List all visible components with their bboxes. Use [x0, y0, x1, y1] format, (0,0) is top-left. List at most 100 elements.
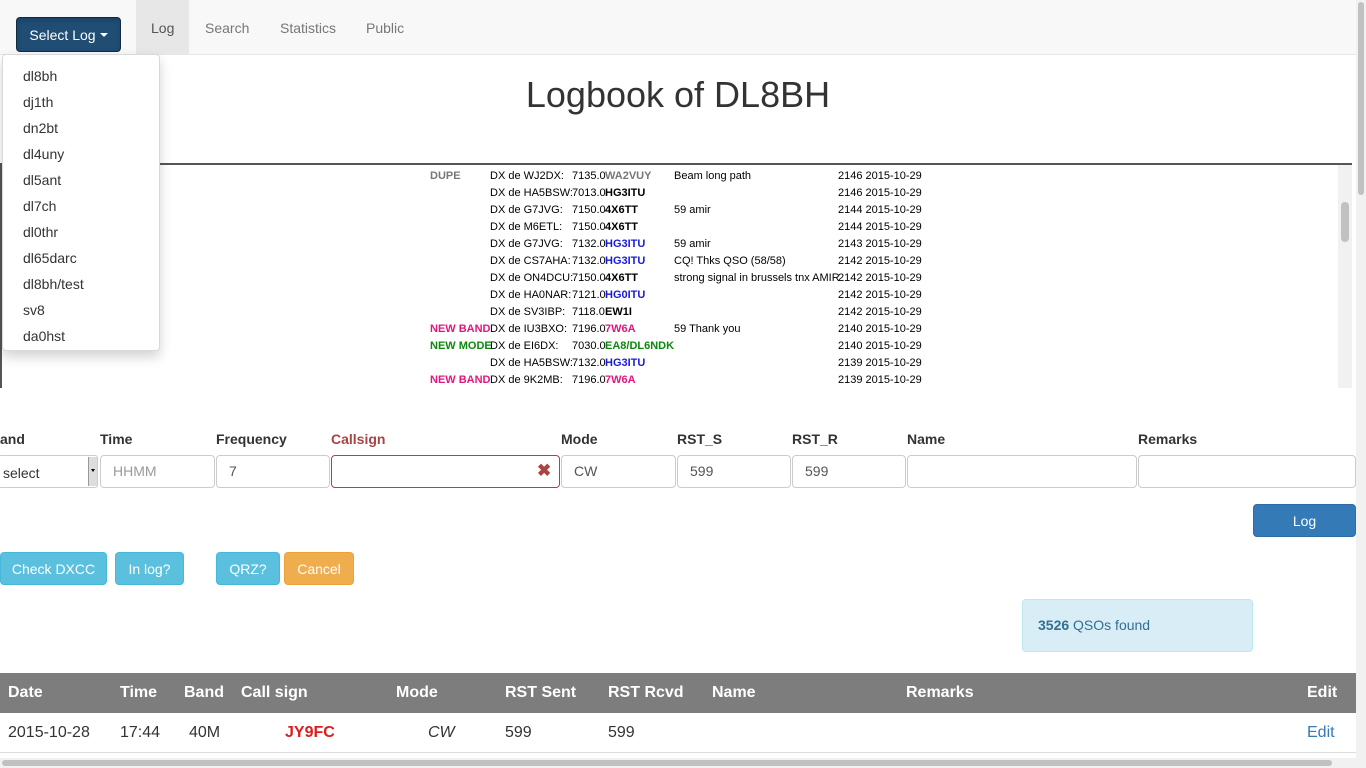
in-log-button[interactable]: In log?: [115, 552, 184, 585]
col-band[interactable]: Band: [184, 673, 224, 713]
cell-rst-sent: 599: [505, 724, 532, 741]
dropdown-item-log[interactable]: dl5ant: [3, 167, 159, 193]
band-select[interactable]: select: [0, 455, 98, 488]
cluster-comment: strong signal in brussels tnx AMIR: [674, 272, 840, 284]
cluster-row[interactable]: NEW MODE DX de EI6DX: 7030.0 EA8/DL6NDK 2140…: [2, 340, 1337, 357]
col-date[interactable]: Date: [8, 673, 43, 713]
log-button[interactable]: Log: [1253, 504, 1356, 537]
cluster-frequency: 7121.0: [572, 289, 606, 301]
cluster-comment: 59 amir: [674, 238, 711, 250]
dropdown-item-log[interactable]: dl0thr: [3, 219, 159, 245]
cluster-row[interactable]: NEW BAND DX de IU3BXO: 7196.0 7W6A 59 Thank …: [2, 323, 1337, 340]
cluster-row[interactable]: DX de CS7AHA: 7132.0 HG3ITU CQ! Thks QSO (5…: [2, 255, 1337, 272]
cluster-scrollbar[interactable]: [1338, 165, 1352, 388]
cluster-callsign[interactable]: 4X6TT: [605, 221, 638, 233]
dropdown-item-log[interactable]: dl65darc: [3, 245, 159, 271]
cluster-flag: NEW BAND: [430, 323, 491, 335]
cluster-time: 2143 2015-10-29: [838, 238, 922, 250]
cluster-frequency: 7132.0: [572, 357, 606, 369]
page-vertical-scrollbar-thumb[interactable]: [1358, 2, 1364, 195]
cluster-comment: 59 Thank you: [674, 323, 741, 335]
dropdown-item-log[interactable]: da0hst: [3, 323, 159, 349]
rst-s-input[interactable]: 599: [677, 455, 791, 488]
tab-public[interactable]: Public: [351, 0, 419, 55]
cell-rst-rcvd: 599: [608, 724, 635, 741]
dropdown-item-log[interactable]: dl8bh/test: [3, 271, 159, 297]
frequency-label: Frequency: [216, 431, 287, 447]
caret-down-icon: [99, 32, 108, 37]
tab-log[interactable]: Log: [136, 0, 190, 55]
cluster-frequency: 7150.0: [572, 221, 606, 233]
cluster-callsign[interactable]: HG3ITU: [605, 238, 645, 250]
cluster-spotter: DX de ON4DCU:: [490, 272, 574, 284]
cluster-row[interactable]: DUPE DX de WJ2DX: 7135.0 WA2VUY Beam long pa…: [2, 170, 1337, 187]
cluster-callsign[interactable]: HG3ITU: [605, 255, 645, 267]
cluster-row[interactable]: DX de SV3IBP: 7118.0 EW1I 2142 2015-10-29: [2, 306, 1337, 323]
cluster-callsign[interactable]: WA2VUY: [605, 170, 651, 182]
cluster-row[interactable]: DX de G7JVG: 7150.0 4X6TT 59 amir 2144 2015-…: [2, 204, 1337, 221]
page-title: Logbook of DL8BH: [525, 74, 831, 115]
tab-statistics[interactable]: Statistics: [265, 0, 351, 55]
rst-r-label: RST_R: [792, 431, 838, 447]
cluster-callsign[interactable]: 4X6TT: [605, 204, 638, 216]
cluster-time: 2142 2015-10-29: [838, 255, 922, 267]
cluster-callsign[interactable]: HG3ITU: [605, 187, 645, 199]
col-callsign[interactable]: Call sign: [241, 673, 308, 713]
rst-r-input[interactable]: 599: [792, 455, 906, 488]
col-rst-sent[interactable]: RST Sent: [505, 673, 576, 713]
time-input[interactable]: HHMM: [100, 455, 215, 488]
page-horizontal-scrollbar[interactable]: [0, 758, 1356, 768]
dropdown-item-log[interactable]: dl7ch: [3, 193, 159, 219]
page-horizontal-scrollbar-thumb[interactable]: [2, 760, 1332, 766]
cluster-frequency: 7013.0: [572, 187, 606, 199]
qrz-button[interactable]: QRZ?: [216, 552, 280, 585]
col-mode[interactable]: Mode: [396, 673, 438, 713]
cluster-row[interactable]: NEW BAND DX de 9K2MB: 7196.0 7W6A 2139 2015-…: [2, 374, 1337, 388]
cluster-row[interactable]: DX de HA5BSW: 7132.0 HG3ITU 2139 2015-10-29: [2, 357, 1337, 374]
frequency-input[interactable]: 7: [216, 455, 330, 488]
cancel-button[interactable]: Cancel: [284, 552, 354, 585]
col-time[interactable]: Time: [120, 673, 157, 713]
cluster-row[interactable]: DX de HA0NAR: 7121.0 HG0ITU 2142 2015-10-29: [2, 289, 1337, 306]
cluster-spotter: DX de EI6DX:: [490, 340, 559, 352]
cluster-time: 2146 2015-10-29: [838, 170, 922, 182]
check-dxcc-button[interactable]: Check DXCC: [0, 552, 107, 585]
cluster-spotter: DX de 9K2MB:: [490, 374, 563, 386]
name-input[interactable]: [907, 455, 1137, 488]
dropdown-item-log[interactable]: dn2bt: [3, 115, 159, 141]
callsign-input[interactable]: [331, 455, 560, 488]
cluster-callsign[interactable]: EW1I: [605, 306, 632, 318]
cluster-row[interactable]: DX de G7JVG: 7132.0 HG3ITU 59 amir 2143 2015…: [2, 238, 1337, 255]
band-label: and: [0, 431, 25, 447]
cluster-callsign[interactable]: HG3ITU: [605, 357, 645, 369]
dropdown-item-log[interactable]: dl8bh: [3, 63, 159, 89]
cluster-callsign[interactable]: EA8/DL6NDK: [605, 340, 674, 352]
dx-cluster-panel[interactable]: DUPE DX de WJ2DX: 7135.0 WA2VUY Beam long pa…: [0, 163, 1352, 388]
col-rst-rcvd[interactable]: RST Rcvd: [608, 673, 684, 713]
name-label: Name: [907, 431, 946, 447]
cluster-row[interactable]: DX de M6ETL: 7150.0 4X6TT 2144 2015-10-29: [2, 221, 1337, 238]
tab-search[interactable]: Search: [190, 0, 264, 55]
cell-mode: CW: [428, 724, 455, 741]
col-name[interactable]: Name: [712, 673, 756, 713]
page-vertical-scrollbar[interactable]: [1356, 0, 1366, 768]
clear-icon[interactable]: ✖: [537, 461, 551, 481]
cluster-row[interactable]: DX de HA5BSW: 7013.0 HG3ITU 2146 2015-10-29: [2, 187, 1337, 204]
cluster-callsign[interactable]: 7W6A: [605, 374, 636, 386]
cluster-callsign[interactable]: 4X6TT: [605, 272, 638, 284]
edit-link[interactable]: Edit: [1307, 713, 1335, 753]
spin-arrow-icon[interactable]: [88, 457, 97, 486]
dropdown-item-log[interactable]: sv8: [3, 297, 159, 323]
cluster-callsign[interactable]: HG0ITU: [605, 289, 645, 301]
cell-callsign[interactable]: JY9FC: [285, 713, 335, 753]
remarks-input[interactable]: [1138, 455, 1356, 488]
cluster-scrollbar-thumb[interactable]: [1341, 202, 1349, 242]
col-remarks[interactable]: Remarks: [906, 673, 974, 713]
select-log-button[interactable]: Select Log: [16, 17, 121, 52]
cluster-row[interactable]: DX de ON4DCU: 7150.0 4X6TT strong signal in…: [2, 272, 1337, 289]
dropdown-item-log[interactable]: dl4uny: [3, 141, 159, 167]
cluster-frequency: 7135.0: [572, 170, 606, 182]
cluster-callsign[interactable]: 7W6A: [605, 323, 636, 335]
dropdown-item-log[interactable]: dj1th: [3, 89, 159, 115]
mode-input[interactable]: CW: [561, 455, 676, 488]
